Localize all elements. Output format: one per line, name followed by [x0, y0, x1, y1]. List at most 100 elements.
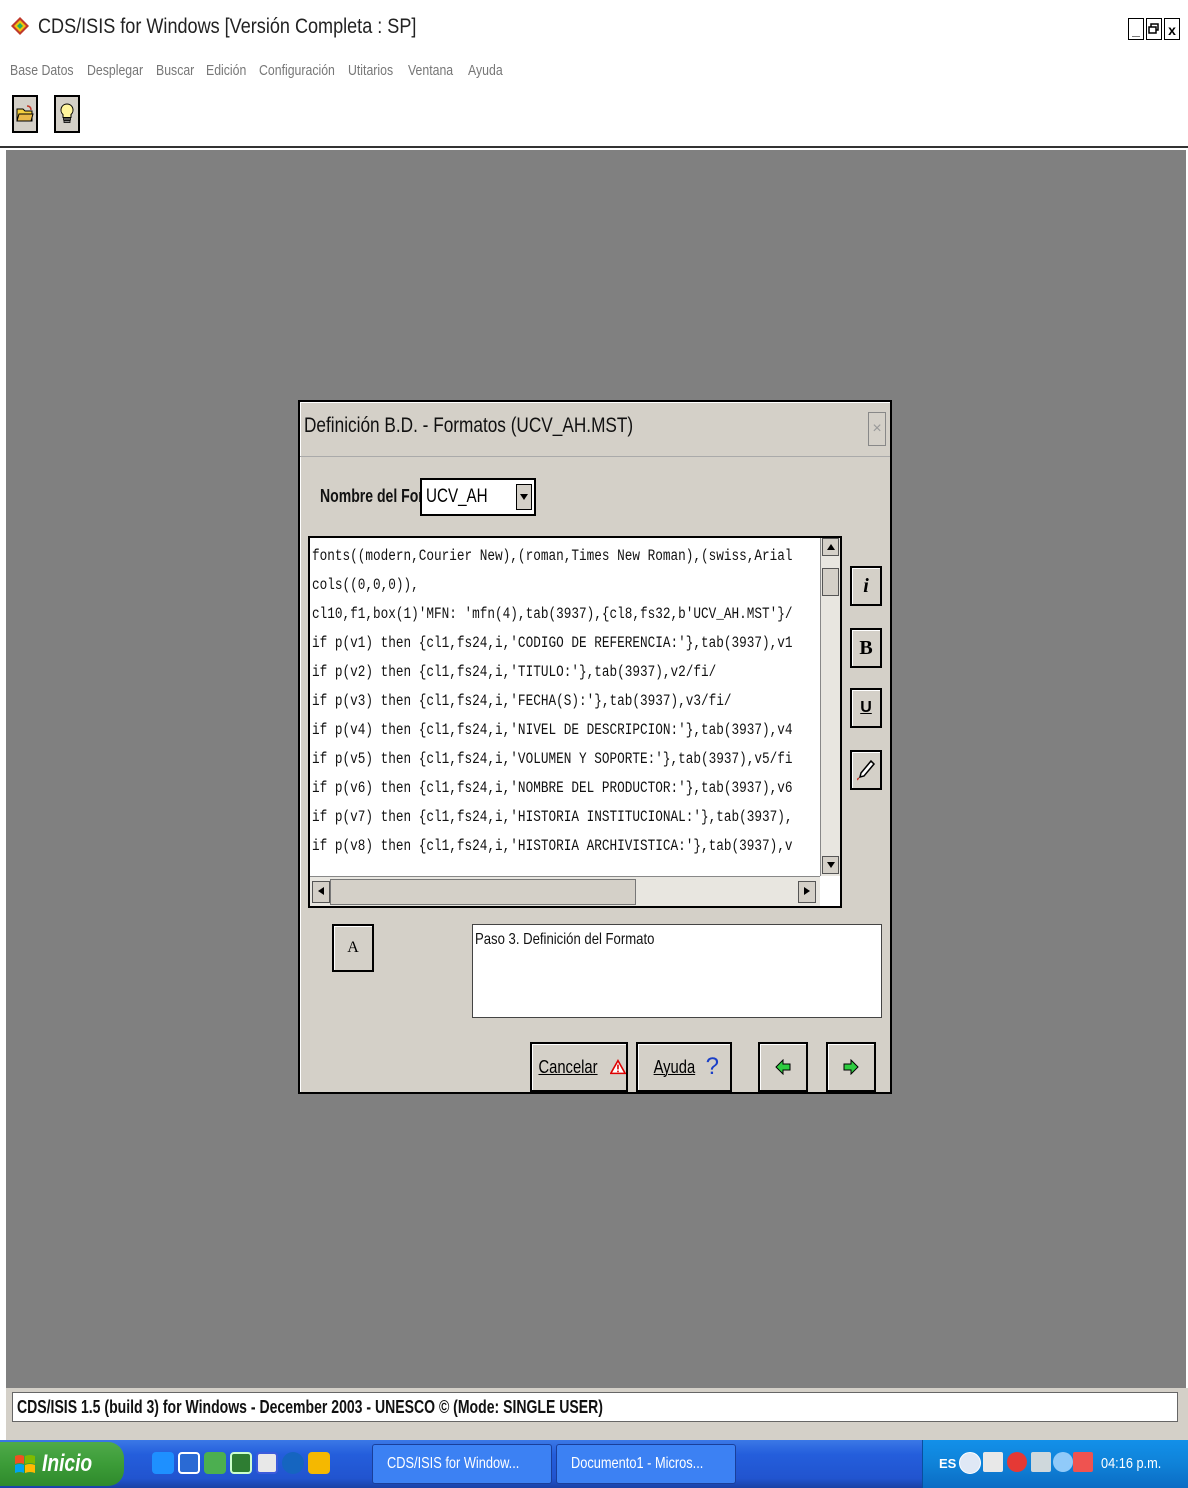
- code-line: if p(v2) then {cl1,fs24,i,'TITULO:'},tab…: [312, 663, 717, 681]
- menu-edicion[interactable]: Edición: [206, 62, 246, 79]
- arrow-right-icon: [804, 887, 810, 895]
- task-word-document[interactable]: W Documento1 - Micros...: [556, 1444, 736, 1484]
- cancel-button-label: Cancelar: [538, 1056, 598, 1077]
- menu-ventana[interactable]: Ventana: [408, 62, 453, 79]
- tray-search-icon[interactable]: [1053, 1452, 1073, 1472]
- quicklaunch-app-icon[interactable]: [230, 1452, 252, 1474]
- step-help-text: Paso 3. Definición del Formato: [475, 931, 655, 948]
- dialog-divider: [300, 456, 890, 457]
- step-help-box: Paso 3. Definición del Formato: [472, 924, 882, 1018]
- code-line: if p(v8) then {cl1,fs24,i,'HISTORIA ARCH…: [312, 837, 793, 855]
- language-indicator[interactable]: ES: [939, 1456, 956, 1471]
- tray-vc-icon[interactable]: [983, 1452, 1003, 1472]
- cds-isis-app-icon: [11, 17, 29, 35]
- help-button[interactable]: Ayuda ?: [636, 1042, 732, 1092]
- code-line: if p(v7) then {cl1,fs24,i,'HISTORIA INST…: [312, 808, 793, 826]
- horizontal-scrollbar[interactable]: [310, 876, 820, 906]
- code-line: if p(v6) then {cl1,fs24,i,'NOMBRE DEL PR…: [312, 779, 793, 797]
- code-line: cols((0,0,0)),: [312, 576, 419, 594]
- format-definition-dialog: Definición B.D. - Formatos (UCV_AH.MST) …: [298, 400, 892, 1094]
- task-label: CDS/ISIS for Window...: [387, 1455, 520, 1472]
- underline-icon: U: [860, 699, 872, 716]
- italic-button[interactable]: i: [850, 566, 882, 606]
- outlook-express-icon[interactable]: [178, 1452, 200, 1474]
- help-button-label: Ayuda: [653, 1056, 696, 1077]
- italic-icon: i: [863, 574, 869, 597]
- start-label: Inicio: [42, 1450, 93, 1477]
- arrow-left-icon: [318, 887, 324, 895]
- dropdown-arrow-button[interactable]: [516, 484, 532, 510]
- messenger-icon[interactable]: [204, 1452, 226, 1474]
- clock: 04:16 p.m.: [1101, 1455, 1162, 1472]
- color-button[interactable]: [850, 750, 882, 790]
- lightbulb-icon: [60, 103, 74, 123]
- toolbar: [0, 88, 1188, 148]
- title-bar: CDS/ISIS for Windows [Versión Completa :…: [0, 0, 1188, 54]
- tray-monitor-icon[interactable]: [1031, 1452, 1051, 1472]
- bold-icon: B: [859, 636, 873, 659]
- underline-button[interactable]: U: [850, 688, 882, 728]
- next-button[interactable]: [826, 1042, 876, 1092]
- tray-network-icon[interactable]: [1073, 1452, 1093, 1472]
- menu-ayuda[interactable]: Ayuda: [468, 62, 503, 79]
- code-line: if p(v3) then {cl1,fs24,i,'FECHA(S):'},t…: [312, 692, 732, 710]
- menu-base-datos[interactable]: Base Datos: [10, 62, 74, 79]
- green-arrow-right-icon: [843, 1059, 859, 1075]
- close-button[interactable]: x: [1164, 18, 1180, 40]
- format-code-editor[interactable]: fonts((modern,Courier New),(roman,Times …: [308, 536, 842, 908]
- scroll-up-button[interactable]: [822, 538, 839, 556]
- horizontal-scroll-thumb[interactable]: [330, 879, 636, 905]
- vertical-scroll-thumb[interactable]: [822, 568, 839, 596]
- warning-icon: [610, 1058, 626, 1075]
- green-arrow-left-icon: [775, 1059, 791, 1075]
- task-label: Documento1 - Micros...: [571, 1455, 704, 1472]
- start-button[interactable]: Inicio: [0, 1442, 124, 1486]
- windows-logo-icon: [15, 1455, 35, 1473]
- code-line: if p(v4) then {cl1,fs24,i,'NIVEL DE DESC…: [312, 721, 793, 739]
- format-name-label: Nombre del For: [320, 486, 424, 506]
- format-name-value: UCV_AH: [426, 486, 488, 507]
- open-database-button[interactable]: [12, 95, 38, 133]
- chevron-down-icon: [520, 494, 528, 500]
- font-icon: A: [347, 939, 359, 956]
- menu-utitarios[interactable]: Utitarios: [348, 62, 393, 79]
- restore-button[interactable]: [1146, 18, 1162, 40]
- system-tray: ES 04:16 p.m.: [922, 1440, 1188, 1488]
- status-field: CDS/ISIS 1.5 (build 3) for Windows - Dec…: [12, 1392, 1178, 1422]
- bold-button[interactable]: B: [850, 628, 882, 668]
- font-button[interactable]: A: [332, 924, 374, 972]
- open-folder-icon: [16, 105, 34, 122]
- menu-bar: Base Datos Desplegar Buscar Edición Conf…: [0, 56, 1188, 88]
- vertical-scrollbar[interactable]: [820, 538, 840, 876]
- window-title: CDS/ISIS for Windows [Versión Completa :…: [38, 15, 417, 38]
- code-lines: fonts((modern,Courier New),(roman,Times …: [312, 542, 820, 861]
- hint-button[interactable]: [54, 95, 80, 133]
- media-player-icon[interactable]: [282, 1452, 304, 1474]
- taskbar: Inicio CDS/ISIS for Window... W Document…: [0, 1440, 1188, 1488]
- menu-desplegar[interactable]: Desplegar: [87, 62, 143, 79]
- code-line: if p(v5) then {cl1,fs24,i,'VOLUMEN Y SOP…: [312, 750, 793, 768]
- toolbar-t-icon[interactable]: [308, 1452, 330, 1474]
- tray-chevron-icon[interactable]: [959, 1452, 981, 1474]
- scroll-left-button[interactable]: [312, 881, 330, 903]
- scroll-down-button[interactable]: [822, 856, 839, 874]
- internet-explorer-icon[interactable]: [152, 1452, 174, 1474]
- scroll-right-button[interactable]: [798, 881, 816, 903]
- format-name-combobox[interactable]: UCV_AH: [420, 478, 536, 516]
- vc-icon[interactable]: [256, 1452, 278, 1474]
- tray-antivirus-icon[interactable]: [1007, 1452, 1027, 1472]
- code-line: if p(v1) then {cl1,fs24,i,'CODIGO DE REF…: [312, 634, 793, 652]
- minimize-button[interactable]: _: [1128, 18, 1144, 40]
- status-text: CDS/ISIS 1.5 (build 3) for Windows - Dec…: [17, 1397, 603, 1417]
- menu-buscar[interactable]: Buscar: [156, 62, 194, 79]
- cancel-button[interactable]: Cancelar: [530, 1042, 628, 1092]
- restore-icon: [1148, 23, 1159, 34]
- dialog-close-button[interactable]: ×: [868, 412, 886, 446]
- code-line: fonts((modern,Courier New),(roman,Times …: [312, 547, 793, 565]
- menu-configuracion[interactable]: Configuración: [259, 62, 335, 79]
- arrow-down-icon: [826, 862, 835, 868]
- pencil-icon: [856, 759, 876, 781]
- arrow-up-icon: [826, 544, 835, 550]
- task-cds-isis[interactable]: CDS/ISIS for Window...: [372, 1444, 552, 1484]
- back-button[interactable]: [758, 1042, 808, 1092]
